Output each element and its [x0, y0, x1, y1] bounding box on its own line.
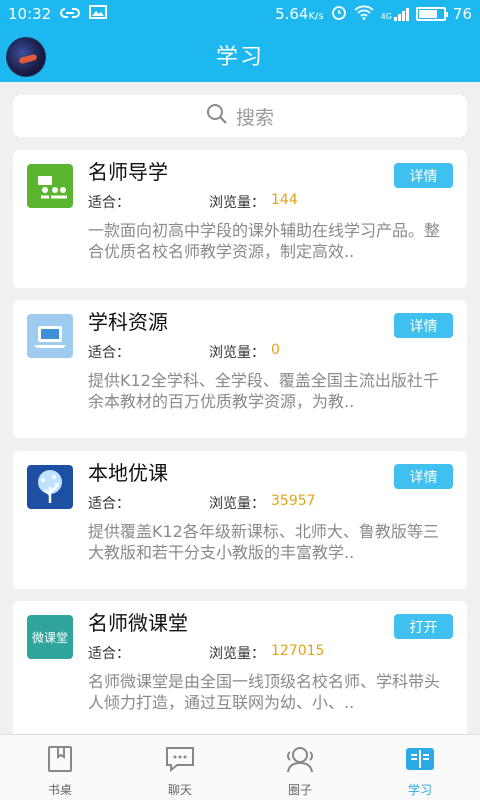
- views-label: 浏览量：: [209, 496, 265, 512]
- wifi-icon: [353, 5, 374, 24]
- status-bar: 10:32 5.64K/s 4G 76: [0, 0, 480, 28]
- list-item[interactable]: 学科资源 适合： 浏览量： 0 详情 提供K12全学科、全学段、覆盖全国主流出版…: [13, 300, 467, 438]
- chat-icon: [164, 743, 196, 775]
- micro-class-logo-text: 微课堂: [31, 630, 68, 645]
- image-icon: [89, 5, 108, 23]
- views-count: 35957: [271, 493, 316, 509]
- item-description: 提供覆盖K12各年级新课标、北师大、鲁教版等三大教版和若干分支小教版的丰富教学.…: [88, 522, 439, 562]
- tab-desk[interactable]: 书桌: [0, 735, 120, 800]
- tab-label: 书桌: [47, 783, 72, 797]
- item-title: 学科资源: [88, 310, 168, 334]
- list-item[interactable]: 微课堂 名师微课堂 适合： 浏览量： 127015 打开 名师微课堂是由全国一线…: [13, 601, 467, 739]
- cell-signal-icon: 4G: [381, 7, 409, 21]
- views-count: 0: [271, 342, 280, 358]
- avatar[interactable]: [6, 37, 46, 77]
- tab-circle[interactable]: 圈子: [240, 735, 360, 800]
- tab-study[interactable]: 学习: [360, 735, 480, 800]
- app-header: 学习: [0, 28, 480, 82]
- alarm-icon: [331, 4, 347, 24]
- tab-label: 学习: [407, 783, 432, 797]
- suitable-label: 适合：: [88, 345, 130, 361]
- item-description: 名师微课堂是由全国一线顶级名校名师、学科带头人倾力打造，通过互联网为幼、小、..: [88, 672, 441, 712]
- details-button[interactable]: 详情: [394, 464, 453, 489]
- open-button[interactable]: 打开: [394, 614, 453, 639]
- page-title: 学习: [215, 45, 264, 70]
- circle-group-icon: [284, 743, 316, 775]
- search-icon: [206, 103, 228, 129]
- book-icon: [44, 743, 76, 775]
- item-title: 本地优课: [88, 461, 168, 485]
- battery-percent: 76: [452, 5, 472, 23]
- bottom-tab-bar: 书桌 聊天 圈子 学习: [0, 734, 480, 800]
- list-item[interactable]: 本地优课 适合： 浏览量： 35957 详情 提供覆盖K12各年级新课标、北师大…: [13, 451, 467, 589]
- item-description: 提供K12全学科、全学段、覆盖全国主流出版社千余本教材的百万优质教学资源，为教.…: [88, 371, 439, 411]
- views-count: 144: [271, 192, 298, 208]
- suitable-label: 适合：: [88, 496, 130, 512]
- details-button[interactable]: 详情: [394, 313, 453, 338]
- details-button[interactable]: 详情: [394, 163, 453, 188]
- views-label: 浏览量：: [209, 646, 265, 662]
- battery-icon: [415, 7, 448, 21]
- tree-logo-icon: [27, 465, 73, 509]
- tab-label: 聊天: [167, 783, 192, 797]
- clock: 10:32: [8, 5, 52, 23]
- network-speed: 5.64K/s: [275, 5, 324, 23]
- suitable-label: 适合：: [88, 195, 130, 211]
- study-icon: [404, 743, 436, 775]
- views-count: 127015: [271, 643, 325, 659]
- views-label: 浏览量：: [209, 195, 265, 211]
- tab-label: 圈子: [287, 783, 312, 797]
- search-bar[interactable]: 搜索: [13, 95, 467, 137]
- laptop-logo-icon: [27, 314, 73, 358]
- tab-chat[interactable]: 聊天: [120, 735, 240, 800]
- link-icon: [59, 5, 81, 23]
- search-placeholder: 搜索: [235, 106, 274, 129]
- micro-class-logo-icon: 微课堂: [27, 615, 73, 659]
- item-title: 名师微课堂: [88, 611, 188, 635]
- views-label: 浏览量：: [209, 345, 265, 361]
- item-title: 名师导学: [88, 160, 168, 184]
- item-description: 一款面向初高中学段的课外辅助在线学习产品。整合优质名校名师教学资源，制定高效..: [88, 221, 441, 261]
- suitable-label: 适合：: [88, 646, 130, 662]
- list-item[interactable]: 名师导学 适合： 浏览量： 144 详情 一款面向初高中学段的课外辅助在线学习产…: [13, 150, 467, 288]
- teacher-guide-logo-icon: [27, 164, 73, 208]
